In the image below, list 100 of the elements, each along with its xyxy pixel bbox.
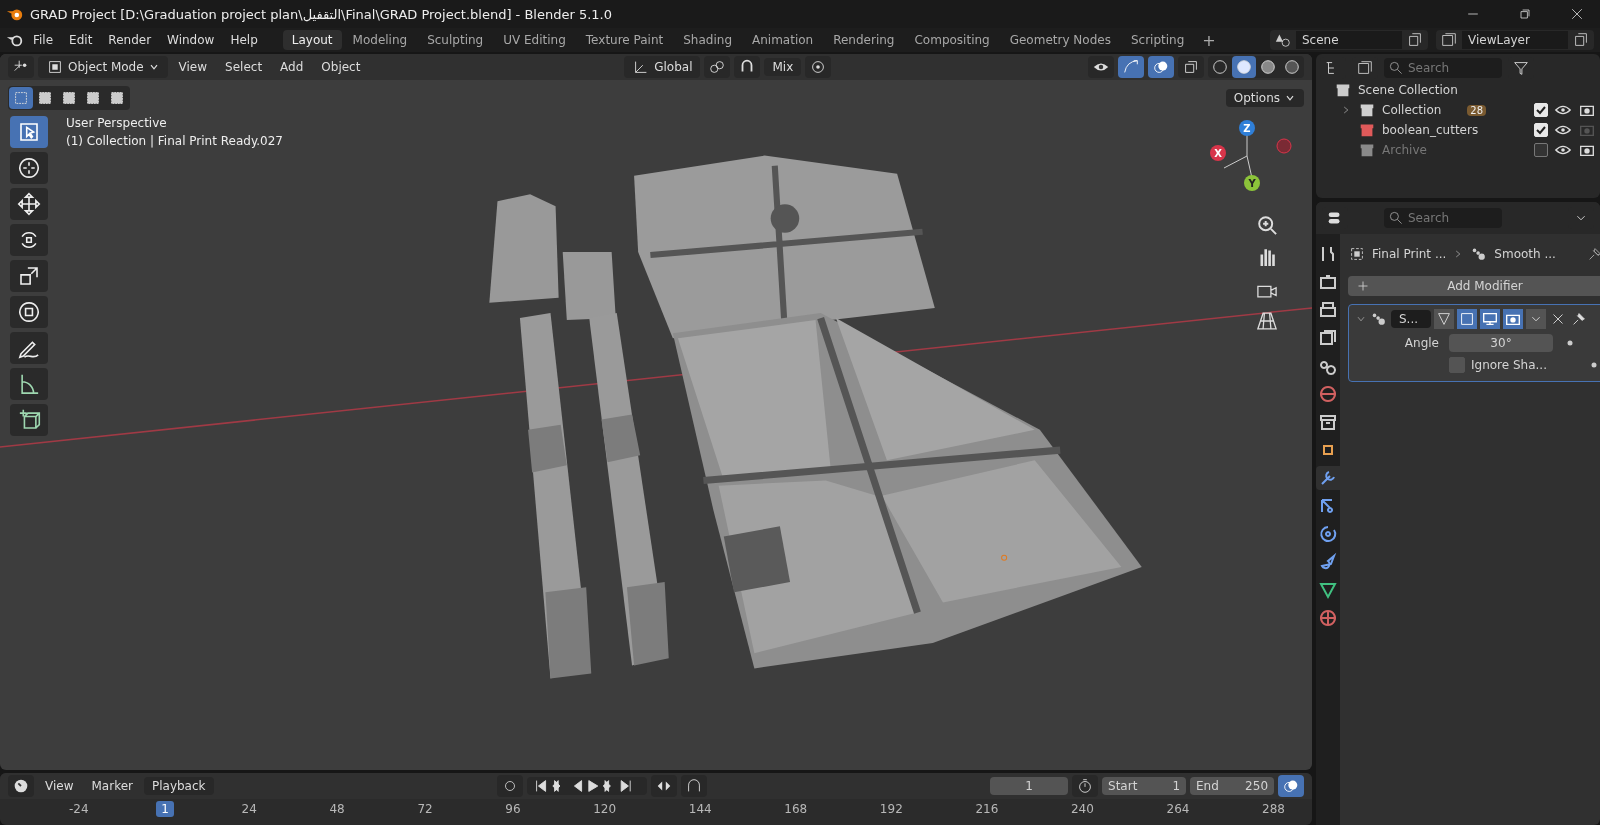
workspace-tab[interactable]: Layout	[282, 30, 342, 50]
angle-label: Angle	[1403, 336, 1440, 350]
overlay-toggle-icon[interactable]	[1148, 56, 1174, 78]
search-icon	[1388, 60, 1404, 76]
cage-icon[interactable]	[1457, 309, 1477, 329]
menu-item[interactable]: File	[26, 31, 61, 49]
start-frame-field[interactable]: Start 1	[1102, 777, 1186, 795]
frame-number: 48	[328, 801, 346, 817]
visibility-icon[interactable]	[1088, 56, 1114, 78]
playback-controls-icon[interactable]	[526, 777, 647, 795]
menu-item[interactable]: Window	[160, 31, 222, 49]
axis-gizmo-drawing[interactable]: Z X Y	[1202, 116, 1292, 196]
xray-icon[interactable]	[1178, 56, 1204, 78]
snap-dropdown[interactable]: Mix	[764, 58, 802, 76]
outliner-item[interactable]: Collection	[1382, 103, 1442, 117]
auto-key-icon[interactable]	[680, 775, 707, 797]
timeline-menu-item[interactable]: Marker	[84, 777, 140, 795]
timeline-menu-item[interactable]: View	[38, 777, 81, 795]
cursor-icon[interactable]	[10, 152, 48, 184]
copy-icon[interactable]	[1572, 31, 1590, 49]
end-frame-field[interactable]: End 250	[1190, 777, 1274, 795]
menu-item[interactable]: Render	[101, 31, 159, 49]
snap-icon[interactable]	[734, 56, 761, 78]
ignore-sharp-checkbox[interactable]	[1449, 357, 1465, 373]
wrench-icon[interactable]	[1316, 466, 1340, 490]
modifier-name-field[interactable]: S...	[1391, 310, 1431, 328]
workspace-tab[interactable]: Rendering	[824, 30, 904, 50]
orientation-label: Global	[654, 60, 693, 74]
selection-mode-icon[interactable]	[9, 87, 33, 109]
workspace-tab[interactable]: Compositing	[905, 30, 999, 50]
object-count-badge: 28	[1467, 104, 1487, 116]
keyframe-jump-icon[interactable]	[650, 775, 677, 797]
frame-number: 192	[878, 801, 904, 817]
outliner-item[interactable]: boolean_cutters	[1382, 123, 1479, 137]
viewport-info-text: (1) Collection | Final Print Ready.027	[66, 134, 283, 148]
workspace-tab[interactable]: Animation	[743, 30, 823, 50]
checkbox-label: Ignore Sha...	[1471, 358, 1548, 372]
move-icon[interactable]	[10, 188, 48, 220]
menu-item[interactable]: Help	[223, 31, 265, 49]
workspace-tab[interactable]: Texture Paint	[576, 30, 673, 50]
workspace-tab[interactable]: Shading	[674, 30, 741, 50]
frame-number: 24	[240, 801, 258, 817]
copy-icon[interactable]	[1406, 31, 1424, 49]
transform-icon[interactable]	[10, 296, 48, 328]
frame-number[interactable]: 1	[156, 801, 174, 817]
workspace-tab[interactable]: Modeling	[343, 30, 417, 50]
breadcrumb-item: Smooth ...	[1494, 247, 1556, 261]
add-workspace-button[interactable]: +	[1195, 28, 1223, 52]
frame-number: 240	[1069, 801, 1095, 817]
workspace-tab[interactable]: Sculpting	[418, 30, 493, 50]
pivot-icon[interactable]	[704, 56, 731, 78]
gizmo-toggle-icon[interactable]	[1118, 56, 1144, 78]
frame-number: 288	[1261, 801, 1286, 817]
mode-dropdown[interactable]: Object Mode	[38, 56, 168, 78]
scale-icon[interactable]	[10, 260, 48, 292]
viewport-menu-item[interactable]: View	[171, 58, 215, 76]
ruler-icon[interactable]	[10, 368, 48, 400]
select-box-icon[interactable]	[10, 116, 48, 148]
rotate-icon[interactable]	[10, 224, 48, 256]
outliner-item[interactable]: Scene Collection	[1358, 83, 1458, 97]
options-label: Options	[1233, 91, 1280, 105]
overlay-toggle-icon[interactable]	[1278, 775, 1304, 797]
playback-dropdown[interactable]: Playback	[143, 777, 214, 795]
properties-search-field[interactable]: Search	[1384, 208, 1502, 228]
object-mode-icon	[46, 58, 64, 76]
cube-icon[interactable]	[10, 404, 48, 436]
editor-type-icon[interactable]	[8, 56, 34, 78]
frame-number: 120	[592, 801, 618, 817]
clock-icon[interactable]	[8, 775, 34, 797]
orientation-dropdown[interactable]: Global	[624, 56, 701, 78]
keyframe-dot-icon[interactable]	[1591, 362, 1597, 368]
mode-label: Object Mode	[68, 60, 144, 74]
stopwatch-icon[interactable]	[1072, 775, 1098, 797]
outliner-search-field[interactable]: Search	[1384, 58, 1502, 78]
frame-number: 72	[416, 801, 434, 817]
record-icon[interactable]	[496, 775, 523, 797]
keyframe-dot-icon[interactable]	[1567, 340, 1573, 346]
camera-icon[interactable]	[1503, 309, 1523, 329]
viewport-menu-item[interactable]: Select	[218, 58, 270, 76]
view-layer-selector[interactable]: ViewLayer	[1436, 30, 1594, 50]
solid-shading-icon[interactable]	[1232, 56, 1256, 78]
options-dropdown[interactable]: Options	[1225, 89, 1304, 107]
viewport-menu-item[interactable]: Add	[273, 58, 311, 76]
workspace-tab[interactable]: Geometry Nodes	[1000, 30, 1120, 50]
viewport-menu-item[interactable]: Object	[314, 58, 368, 76]
add-modifier-button[interactable]: Add Modifier	[1348, 276, 1600, 296]
edit-mode-icon[interactable]	[1434, 309, 1454, 329]
angle-field[interactable]: 30°	[1449, 334, 1553, 352]
scene-selector[interactable]: Scene	[1270, 30, 1428, 50]
current-frame-field[interactable]: 1	[990, 777, 1068, 795]
frame-number: 216	[974, 801, 1000, 817]
workspace-tab[interactable]: Scripting	[1121, 30, 1194, 50]
pencil-icon[interactable]	[10, 332, 48, 364]
monitor-icon[interactable]	[1480, 309, 1500, 329]
frame-number: 168	[783, 801, 809, 817]
proportional-edit-icon[interactable]	[805, 56, 832, 78]
include-checkbox[interactable]	[1534, 143, 1548, 157]
menu-item[interactable]: Edit	[62, 31, 100, 49]
frame-number: 264	[1165, 801, 1191, 817]
workspace-tab[interactable]: UV Editing	[494, 30, 575, 50]
